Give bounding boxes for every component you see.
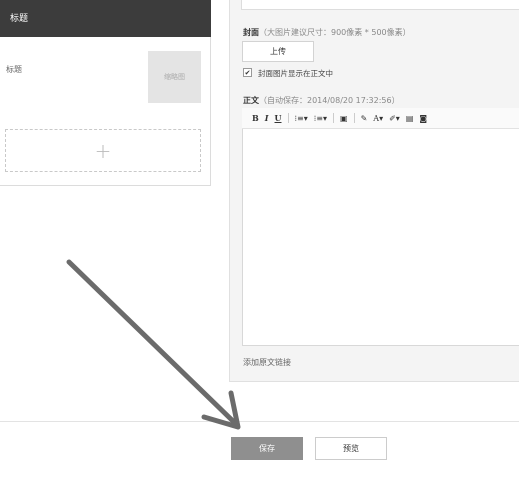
- add-source-link[interactable]: 添加原文链接: [243, 357, 291, 368]
- thumbnail-placeholder[interactable]: 缩略图: [148, 51, 201, 103]
- upload-button[interactable]: 上传: [242, 41, 314, 62]
- cover-size-hint: （大图片建议尺寸：900像素 * 500像素）: [259, 28, 411, 37]
- autosave-status: （自动保存：2014/08/20 17:32:56）: [259, 96, 400, 105]
- title-field[interactable]: [241, 0, 519, 10]
- document-icon[interactable]: ▤: [403, 114, 417, 123]
- article-item-active[interactable]: 标题: [0, 0, 211, 37]
- body-label-text: 正文: [243, 96, 259, 105]
- editor-toolbar: B I U ⁝≡▾ ⁝≡▾ ▣ ✎ A▾ ✐▾ ▤ ◙: [242, 108, 519, 129]
- plus-icon: +: [94, 138, 112, 163]
- underline-button[interactable]: U: [272, 113, 285, 123]
- body-label: 正文（自动保存：2014/08/20 17:32:56）: [243, 95, 400, 106]
- save-button[interactable]: 保存: [231, 437, 303, 460]
- image-icon[interactable]: ▣: [337, 114, 351, 123]
- toolbar-divider: [353, 113, 355, 123]
- camera-icon[interactable]: ◙: [416, 114, 430, 123]
- italic-button[interactable]: I: [262, 113, 272, 123]
- show-cover-label: 封面图片显示在正文中: [258, 69, 333, 78]
- article-item-title: 标题: [10, 14, 29, 24]
- toolbar-divider: [333, 113, 335, 123]
- sub-article-title[interactable]: 标题: [6, 64, 22, 75]
- cover-label: 封面（大图片建议尺寸：900像素 * 500像素）: [243, 27, 411, 38]
- font-color-icon[interactable]: A▾: [370, 114, 386, 123]
- cover-label-text: 封面: [243, 28, 259, 37]
- show-cover-checkbox[interactable]: ✔: [243, 68, 252, 77]
- ordered-list-icon[interactable]: ⁝≡▾: [292, 114, 311, 123]
- bold-button[interactable]: B: [249, 113, 262, 123]
- toolbar-divider: [287, 113, 289, 123]
- unordered-list-icon[interactable]: ⁝≡▾: [311, 114, 330, 123]
- add-article-button[interactable]: +: [5, 129, 201, 172]
- checkmark-icon: ✔: [244, 69, 251, 77]
- preview-button[interactable]: 预览: [315, 437, 387, 460]
- highlight-icon[interactable]: ✐▾: [386, 114, 403, 123]
- footer-divider: [0, 421, 519, 422]
- pen-icon[interactable]: ✎: [358, 114, 371, 123]
- body-editor[interactable]: [242, 108, 519, 346]
